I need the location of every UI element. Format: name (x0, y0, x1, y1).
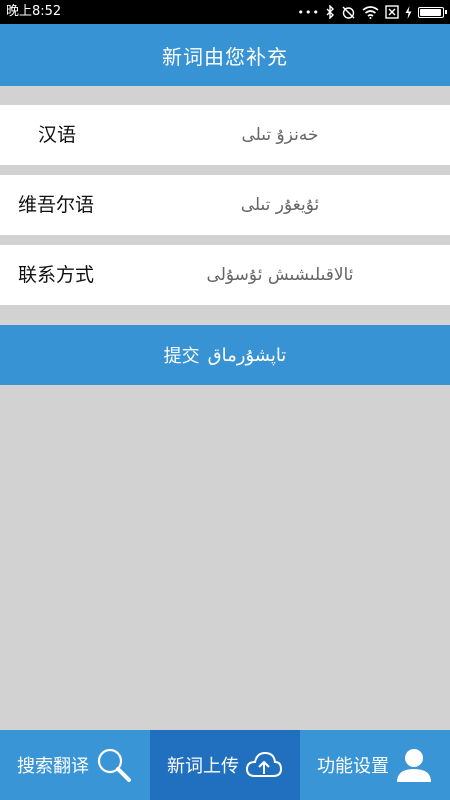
nav-settings-label: 功能设置 (317, 756, 389, 777)
page-title: 新词由您补充 (162, 44, 288, 69)
form-row-chinese: 汉语 (0, 105, 450, 165)
notification-dots-icon: ••• (297, 5, 320, 19)
contact-label: 联系方式 (18, 264, 95, 286)
alarm-off-icon (341, 5, 356, 20)
battery-icon (418, 6, 447, 18)
chinese-label: 汉语 (38, 124, 77, 146)
nav-settings[interactable]: 功能设置 (300, 730, 450, 800)
nav-search-translate-label: 搜索翻译 (17, 756, 89, 777)
form-row-contact: 联系方式 (0, 245, 450, 305)
cloud-upload-icon (245, 750, 283, 780)
submit-button[interactable]: 提交 تاپشۇرماق (0, 325, 450, 385)
sim-error-icon (385, 5, 399, 19)
app-header: 新词由您补充 (0, 24, 450, 86)
search-icon (95, 746, 133, 784)
wifi-icon (362, 5, 379, 19)
nav-search-translate[interactable]: 搜索翻译 (0, 730, 150, 800)
status-bar: 晚上8:52 ••• (0, 0, 450, 24)
form-row-uyghur: 维吾尔语 (0, 175, 450, 235)
bluetooth-icon (326, 5, 335, 19)
user-icon (395, 747, 433, 783)
uyghur-input[interactable] (160, 175, 400, 235)
chinese-input[interactable] (160, 105, 400, 165)
submit-label-zh: 提交 (163, 346, 200, 367)
status-time: 晚上8:52 (6, 4, 62, 19)
bottom-nav: 搜索翻译 新词上传 功能设置 (0, 730, 450, 800)
status-icons: ••• (297, 3, 447, 21)
nav-new-word-upload-label: 新词上传 (167, 756, 239, 777)
submit-label-ug: تاپشۇرماق (207, 344, 287, 366)
charging-icon (405, 5, 412, 19)
nav-new-word-upload[interactable]: 新词上传 (150, 730, 300, 800)
contact-input[interactable] (160, 245, 400, 305)
uyghur-label: 维吾尔语 (18, 194, 95, 216)
